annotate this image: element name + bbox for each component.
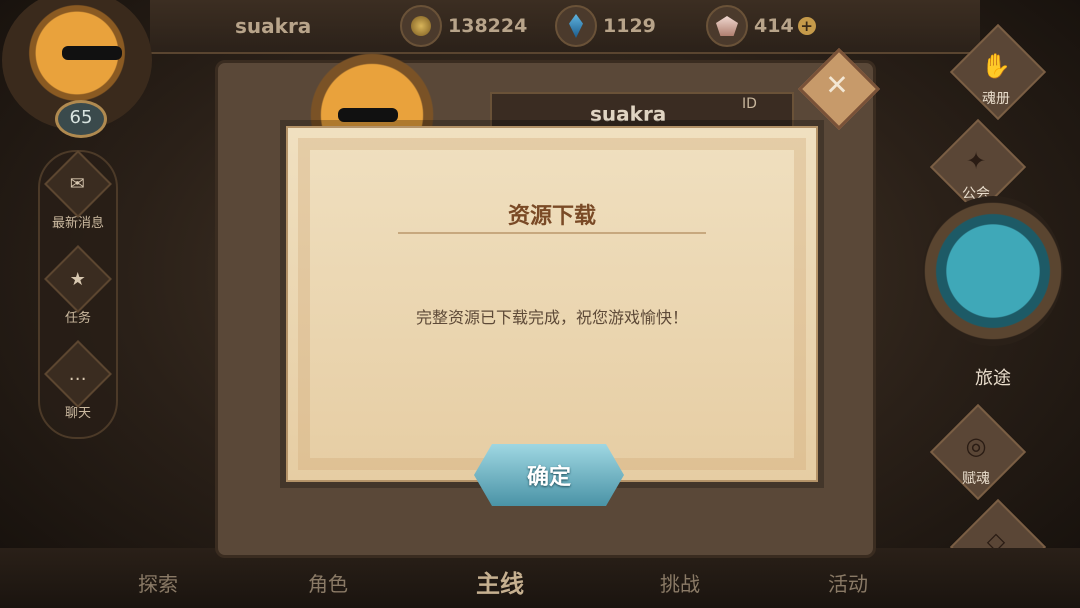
- crystal-icon: [555, 5, 597, 47]
- nav-character[interactable]: 角色: [308, 568, 348, 597]
- news-icon: ✉: [44, 150, 112, 218]
- dialog-message: 完整资源已下载完成，祝您游戏愉快！: [415, 308, 688, 327]
- news-button[interactable]: ✉ 最新消息: [40, 150, 116, 232]
- swirl-icon: ◎: [965, 432, 987, 460]
- player-name: suakra: [235, 14, 312, 38]
- chat-button[interactable]: … 聊天: [40, 340, 116, 422]
- profile-avatar-sunglasses: [338, 108, 398, 122]
- journey-label: 旅途: [975, 368, 1011, 389]
- soul-book-label: 魂册: [982, 91, 1010, 107]
- quest-icon: ★: [44, 245, 112, 313]
- gem-value: 414: [754, 15, 794, 37]
- nav-explore[interactable]: 探索: [138, 568, 178, 597]
- journey-button[interactable]: 旅途: [918, 196, 1068, 396]
- nav-events[interactable]: 活动: [828, 568, 868, 597]
- id-icon[interactable]: ID: [742, 96, 757, 112]
- chat-icon: …: [44, 340, 112, 408]
- nav-challenge[interactable]: 挑战: [660, 568, 700, 597]
- crystal-value: 1129: [603, 15, 656, 37]
- quest-button[interactable]: ★ 任务: [40, 245, 116, 327]
- dialog-title: 资源下载: [507, 204, 596, 229]
- gem-icon: [706, 5, 748, 47]
- soul-imbue-button[interactable]: ◎ 赋魂: [929, 403, 1027, 502]
- avatar-sunglasses: [62, 46, 122, 60]
- guild-emblem-icon: ✦: [965, 147, 987, 175]
- soul-book-button[interactable]: ✋ 魂册: [949, 23, 1047, 122]
- dialog-divider: [398, 232, 706, 234]
- gold-coin-icon: [400, 5, 442, 47]
- profile-name: suakra: [590, 102, 667, 126]
- add-gems-button[interactable]: +: [797, 17, 816, 35]
- confirm-button[interactable]: 确定: [474, 444, 624, 506]
- gold-value: 138224: [448, 15, 528, 37]
- crystal-counter: 1129: [555, 5, 656, 47]
- soul-imbue-label: 赋魂: [962, 471, 990, 487]
- close-icon: ✕: [825, 68, 849, 102]
- gem-counter[interactable]: 414 +: [706, 5, 816, 47]
- gold-counter: 138224: [400, 5, 528, 47]
- game-scene: suakra 138224 1129 414 + 65 ✉ 最新消息 ★ 任务 …: [0, 0, 1080, 608]
- journey-emblem-icon: [923, 196, 1063, 346]
- left-side-menu: ✉ 最新消息 ★ 任务 … 聊天: [38, 150, 118, 439]
- hand-icon: ✋: [981, 52, 1011, 80]
- player-level-badge: 65: [55, 100, 107, 138]
- nav-main-story[interactable]: 主线: [476, 564, 524, 599]
- download-dialog: 资源下载 完整资源已下载完成，祝您游戏愉快！: [286, 126, 818, 482]
